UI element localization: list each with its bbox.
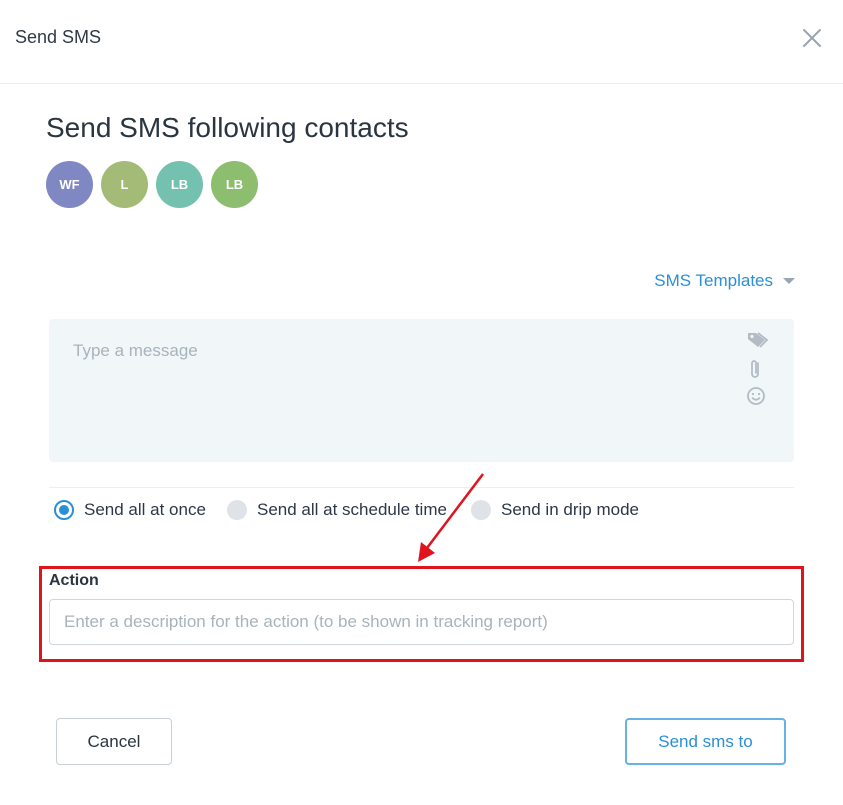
radio-send-all-at-once[interactable]: Send all at once xyxy=(54,500,206,520)
sms-templates-label: SMS Templates xyxy=(654,271,773,290)
action-description-input[interactable] xyxy=(49,599,794,645)
message-composer xyxy=(49,319,794,462)
page-title: Send SMS following contacts xyxy=(46,112,409,143)
avatar[interactable]: LB xyxy=(156,161,203,208)
sms-templates-dropdown[interactable]: SMS Templates xyxy=(654,271,795,291)
radio-label: Send all at schedule time xyxy=(257,500,447,519)
divider xyxy=(49,487,794,488)
tag-icon[interactable] xyxy=(746,330,769,350)
chevron-down-icon xyxy=(783,278,795,284)
radio-send-in-drip-mode[interactable]: Send in drip mode xyxy=(471,500,639,520)
dialog-header: Send SMS xyxy=(0,0,843,84)
close-icon[interactable] xyxy=(800,26,824,50)
cancel-button[interactable]: Cancel xyxy=(56,718,172,765)
avatar[interactable]: L xyxy=(101,161,148,208)
avatar[interactable]: LB xyxy=(211,161,258,208)
send-sms-button[interactable]: Send sms to xyxy=(625,718,786,765)
radio-label: Send in drip mode xyxy=(501,500,639,519)
avatar[interactable]: WF xyxy=(46,161,93,208)
radio-label: Send all at once xyxy=(84,500,206,519)
radio-button[interactable] xyxy=(227,500,247,520)
radio-send-at-schedule-time[interactable]: Send all at schedule time xyxy=(227,500,447,520)
paperclip-icon[interactable] xyxy=(746,358,766,378)
radio-button[interactable] xyxy=(54,500,74,520)
radio-button[interactable] xyxy=(471,500,491,520)
dialog-title: Send SMS xyxy=(15,27,102,47)
action-label: Action xyxy=(49,572,99,589)
emoji-icon[interactable] xyxy=(746,386,766,406)
message-input[interactable] xyxy=(49,319,729,462)
